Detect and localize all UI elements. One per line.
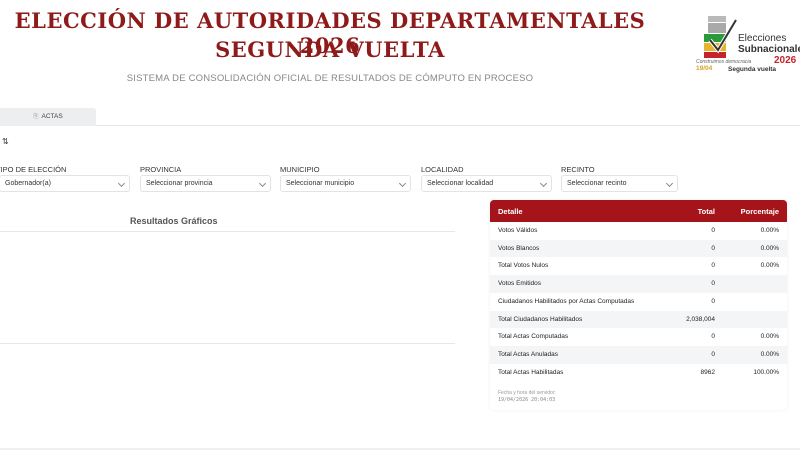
row-total: 0: [711, 333, 715, 341]
row-detalle: Votos Válidos: [498, 227, 538, 234]
row-total: 2,038,004: [686, 315, 715, 323]
row-total: 0: [711, 350, 715, 358]
logo-text-subnacionales: Subnacionales: [738, 44, 800, 55]
table-row: Votos Válidos 0 0.00%: [490, 222, 787, 240]
filter-select-provincia[interactable]: Seleccionar provincia: [140, 175, 271, 192]
filter-label-provincia: PROVINCIA: [140, 165, 182, 174]
chevron-down-icon: [539, 179, 548, 188]
table-row: Total Actas Computadas 0 0.00%: [490, 328, 787, 346]
checkmark-logo-icon: [704, 16, 738, 58]
filter-value-tipo-eleccion: Gobernador(a): [5, 180, 51, 187]
row-detalle: Total Votos Nulos: [498, 262, 549, 270]
row-porcentaje: 0.00%: [760, 262, 779, 270]
filter-value-recinto: Seleccionar recinto: [567, 180, 627, 187]
header-detalle: Detalle: [498, 207, 523, 216]
filter-label-tipo-eleccion: TIPO DE ELECCIÓN: [0, 165, 67, 174]
results-graphics-title: Resultados Gráficos: [130, 216, 218, 226]
logo-text-elecciones: Elecciones: [738, 33, 787, 44]
row-detalle: Votos Blancos: [498, 244, 540, 252]
row-total: 0: [711, 262, 715, 270]
filter-value-municipio: Seleccionar municipio: [286, 180, 355, 187]
filter-select-localidad[interactable]: Seleccionar localidad: [421, 175, 552, 192]
tab-bar: ⎘ ACTAS: [0, 108, 800, 126]
header-porcentaje: Porcentaje: [740, 207, 779, 216]
row-detalle: Ciudadanos Habilitados por Actas Computa…: [498, 297, 635, 305]
results-divider: [0, 231, 455, 232]
row-total: 0: [711, 244, 715, 252]
row-detalle: Total Actas Habilitadas: [498, 368, 564, 376]
results-summary-table: Detalle Total Porcentaje Votos Válidos 0…: [490, 200, 787, 410]
row-porcentaje: 100.00%: [753, 368, 779, 376]
server-time-value: 19/04/2026 20:04:03: [498, 397, 556, 403]
row-detalle: Total Actas Computadas: [498, 333, 569, 341]
row-porcentaje: 0.00%: [760, 333, 779, 341]
filter-value-localidad: Seleccionar localidad: [427, 180, 494, 187]
row-porcentaje: 0.00%: [760, 227, 779, 234]
table-header: Detalle Total Porcentaje: [490, 200, 787, 222]
table-row: Votos Emitidos 0: [490, 275, 787, 293]
logo-date: 19/04: [696, 65, 713, 72]
filter-label-localidad: LOCALIDAD: [421, 165, 464, 174]
row-total: 8962: [700, 368, 715, 376]
table-row: Votos Blancos 0 0.00%: [490, 239, 787, 258]
tab-actas[interactable]: ⎘ ACTAS: [0, 108, 96, 126]
chevron-down-icon: [258, 179, 267, 188]
chevron-down-icon: [398, 179, 407, 188]
header-total: Total: [697, 207, 715, 216]
system-subtitle: SISTEMA DE CONSOLIDACIÓN OFICIAL DE RESU…: [126, 73, 534, 84]
server-time-label: Fecha y hora del servidor:: [498, 390, 556, 396]
results-bottom-divider: [0, 343, 455, 344]
row-detalle: Votos Emitidos: [498, 280, 541, 288]
row-detalle: Total Ciudadanos Habilitados: [498, 315, 583, 323]
row-porcentaje: 0.00%: [760, 244, 779, 252]
table-row: Total Ciudadanos Habilitados 2,038,004: [490, 310, 787, 329]
filter-label-municipio: MUNICIPIO: [280, 165, 320, 174]
table-row: Ciudadanos Habilitados por Actas Computa…: [490, 293, 787, 311]
filter-label-recinto: RECINTO: [561, 165, 595, 174]
row-porcentaje: 0.00%: [760, 350, 779, 358]
logo-round: Segunda vuelta: [728, 66, 777, 73]
filter-select-municipio[interactable]: Seleccionar municipio: [280, 175, 411, 192]
tab-actas-label: ACTAS: [41, 113, 63, 120]
row-detalle: Total Actas Anuladas: [498, 350, 558, 358]
sort-icon[interactable]: ⇅: [2, 137, 9, 146]
table-row: Total Actas Habilitadas 8962 100.00%: [490, 364, 787, 382]
table-row: Total Actas Anuladas 0 0.00%: [490, 345, 787, 364]
chevron-down-icon: [117, 179, 126, 188]
filter-value-provincia: Seleccionar provincia: [146, 180, 213, 187]
logo-year: 2026: [774, 55, 797, 66]
chevron-down-icon: [665, 179, 674, 188]
filter-select-recinto[interactable]: Seleccionar recinto: [561, 175, 678, 192]
page-subtitle-round: SEGUNDA VUELTA: [215, 37, 445, 62]
row-total: 0: [711, 280, 715, 288]
row-total: 0: [711, 297, 715, 305]
document-icon: ⎘: [33, 113, 39, 120]
filter-select-tipo-eleccion[interactable]: Gobernador(a): [0, 175, 130, 192]
row-total: 0: [711, 227, 715, 234]
table-row: Total Votos Nulos 0 0.00%: [490, 257, 787, 275]
elecciones-logo: Elecciones Subnacionales 2026 Construimo…: [694, 16, 800, 74]
